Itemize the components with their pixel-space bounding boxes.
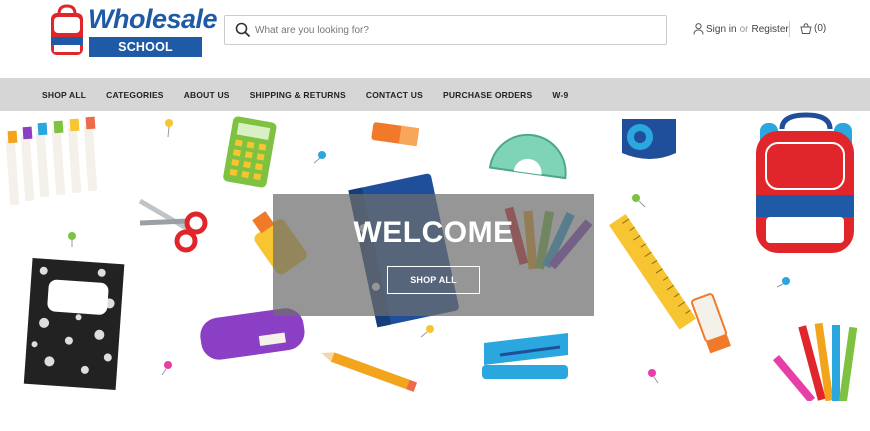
or-separator: or <box>739 23 749 35</box>
site-header: Wholesale SCHOOL SUPPLIES Sign in or Reg… <box>0 0 870 78</box>
nav-item-categories[interactable]: CATEGORIES <box>106 90 164 100</box>
cart-count: (0) <box>814 23 827 34</box>
backpack-logo-icon <box>51 4 83 55</box>
brand-wordmark: Wholesale <box>88 4 218 34</box>
hero-banner: WELCOME SHOP ALL <box>0 111 870 401</box>
brand-logo[interactable]: Wholesale SCHOOL SUPPLIES <box>48 4 218 74</box>
shopping-bag-icon <box>800 23 812 34</box>
welcome-title: WELCOME <box>353 216 514 249</box>
eraser-icon <box>371 122 420 147</box>
sign-in-link[interactable]: Sign in <box>706 24 737 35</box>
shop-all-button[interactable]: SHOP ALL <box>387 266 480 294</box>
cart-link[interactable]: (0) <box>800 23 826 34</box>
protractor-icon <box>488 133 567 180</box>
nav-item-about-us[interactable]: ABOUT US <box>184 90 230 100</box>
register-link[interactable]: Register <box>751 24 788 35</box>
nav-item-purchase-orders[interactable]: PURCHASE ORDERS <box>443 90 532 100</box>
nav-item-contact-us[interactable]: CONTACT US <box>366 90 423 100</box>
account-links: Sign in or Register <box>693 23 789 35</box>
nav-item-w9[interactable]: W-9 <box>552 90 568 100</box>
backpack-icon <box>756 112 854 253</box>
nav-item-shipping-returns[interactable]: SHIPPING & RETURNS <box>250 90 346 100</box>
main-nav: SHOP ALL CATEGORIES ABOUT US SHIPPING & … <box>0 78 870 111</box>
user-icon <box>693 23 704 35</box>
header-divider <box>789 21 790 37</box>
pencil-icon <box>321 352 418 392</box>
brand-tagline: SCHOOL SUPPLIES <box>89 37 202 74</box>
nav-item-shop-all[interactable]: SHOP ALL <box>42 90 86 100</box>
ruler-icon <box>609 214 697 330</box>
search-bar[interactable] <box>224 15 667 45</box>
welcome-overlay: WELCOME SHOP ALL <box>273 194 594 316</box>
markers-icon <box>5 116 98 206</box>
colored-pencils-icon <box>772 322 858 401</box>
composition-notebook-icon <box>23 257 125 391</box>
calculator-icon <box>223 116 277 188</box>
tape-dispenser-icon <box>622 119 676 159</box>
search-icon[interactable] <box>235 22 251 38</box>
stapler-icon <box>482 333 568 379</box>
search-input[interactable] <box>255 17 655 43</box>
scissors-icon <box>138 198 208 253</box>
glue-stick-icon <box>690 293 731 354</box>
